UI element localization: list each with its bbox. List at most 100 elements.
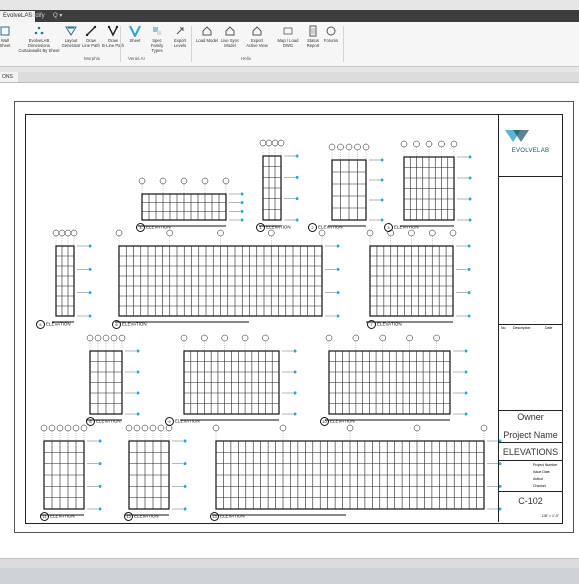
grid-bubble — [406, 334, 413, 342]
rev-header-no: No. — [501, 326, 507, 330]
level-marker — [136, 370, 140, 374]
wall-outline — [55, 245, 75, 317]
level-marker — [336, 267, 340, 271]
grid-bubble — [328, 143, 336, 151]
grid-bubble — [180, 334, 188, 342]
elevation-label: 11 ELEVATION — [40, 512, 75, 521]
title-block: EVOLVELAB No. Description Date Owner Pro… — [498, 114, 562, 522]
grid-bubble — [345, 143, 353, 151]
grid-bubble — [115, 229, 123, 237]
grid-bubble — [221, 334, 228, 342]
level-marker — [88, 267, 92, 271]
level-marker — [468, 176, 472, 180]
grid-bubble — [52, 229, 60, 237]
level-marker — [240, 192, 244, 196]
grid-bubble — [438, 140, 445, 148]
grid-bubble — [354, 143, 361, 151]
curtain-wall-elevation — [366, 229, 471, 323]
level-marker — [98, 462, 102, 466]
grid-bubble — [118, 334, 126, 342]
level-marker — [293, 391, 297, 395]
rev-header-date: Date — [545, 326, 553, 330]
sheet-title-text: ELEVATIONS — [502, 447, 559, 457]
logo-box: EVOLVELAB — [499, 114, 562, 177]
grid-bubble — [449, 229, 457, 237]
grid-bubble — [94, 334, 102, 342]
elevation-label: 2 ELEVATION — [308, 223, 343, 232]
level-marker — [464, 391, 468, 395]
grid-bubble — [40, 424, 48, 432]
grid-bubble — [325, 334, 333, 342]
curtain-wall-elevation — [125, 424, 187, 516]
scale-text: 1/8" = 1'-0" — [541, 514, 559, 518]
level-marker — [136, 391, 140, 395]
grid-bubble — [138, 177, 146, 185]
grid-bubble — [141, 424, 149, 432]
grid-bubble — [366, 229, 374, 237]
grid-bubble — [379, 334, 387, 342]
grid-bubble — [125, 424, 133, 432]
level-marker — [295, 154, 299, 158]
level-marker — [88, 244, 92, 248]
grid-bubble — [217, 229, 224, 237]
grid-bubble — [259, 139, 267, 147]
elevation-label: 12 ELEVATION — [124, 512, 159, 521]
grid-bubble — [362, 143, 370, 151]
grid-bubble — [56, 424, 64, 432]
curtain-wall-elevation — [325, 334, 468, 421]
level-marker — [295, 197, 299, 201]
grid-bubble — [201, 334, 208, 342]
divider — [499, 442, 562, 443]
grid-bubble — [64, 229, 72, 237]
grid-bubble — [241, 334, 249, 342]
level-marker — [98, 484, 102, 488]
grid-bubble — [86, 334, 94, 342]
revit-window: EvolveLAB Modify Q ▾ Wall Sheet EvolveLA… — [0, 0, 579, 584]
elevation-label: 4 ELEVATION — [136, 223, 171, 232]
grid-bubble — [149, 424, 157, 432]
curtain-wall-elevation — [138, 177, 244, 227]
issue-date: Issue Date — [533, 470, 550, 474]
evolvelab-logo-icon — [505, 130, 529, 142]
level-marker — [467, 267, 471, 271]
grid-bubble — [352, 334, 360, 342]
elevation-label: 9 ELEVATION — [165, 417, 200, 426]
grid-bubble — [400, 140, 408, 148]
curtain-wall-elevation — [40, 424, 102, 516]
level-marker — [468, 218, 472, 222]
curtain-wall-elevation — [52, 229, 92, 323]
divider — [499, 491, 562, 492]
grid-bubble — [212, 424, 220, 432]
level-marker — [336, 291, 340, 295]
curtain-wall-elevation — [86, 334, 140, 421]
level-marker — [98, 439, 102, 443]
level-marker — [295, 218, 299, 222]
grid-bubble — [279, 424, 287, 432]
level-marker — [336, 314, 340, 318]
grid-bubble — [265, 139, 273, 147]
curtain-wall-elevation — [180, 334, 297, 421]
level-marker — [336, 244, 340, 248]
rev-header-desc: Description — [513, 326, 531, 330]
elevation-label: 7 ELEVATION — [367, 320, 402, 329]
grid-bubble — [133, 424, 141, 432]
grid-bubble — [58, 229, 66, 237]
level-marker — [136, 349, 140, 353]
level-marker — [183, 484, 187, 488]
curtain-wall-elevation — [212, 424, 502, 516]
grid-bubble — [425, 140, 433, 148]
grid-bubble — [277, 139, 285, 147]
grid-bubble — [413, 140, 420, 148]
curtain-wall-elevation — [115, 229, 340, 323]
grid-bubble — [413, 424, 421, 432]
level-marker — [183, 507, 187, 511]
level-marker — [467, 291, 471, 295]
grid-bubble — [429, 229, 436, 237]
project-name-text: Project Name — [503, 430, 558, 440]
level-marker — [467, 314, 471, 318]
elevation-label: 8 ELEVATION — [86, 417, 121, 426]
grid-bubble — [157, 424, 165, 432]
level-marker — [468, 155, 472, 159]
level-marker — [293, 349, 297, 353]
elevation-label: 6 ELEVATION — [112, 320, 147, 329]
